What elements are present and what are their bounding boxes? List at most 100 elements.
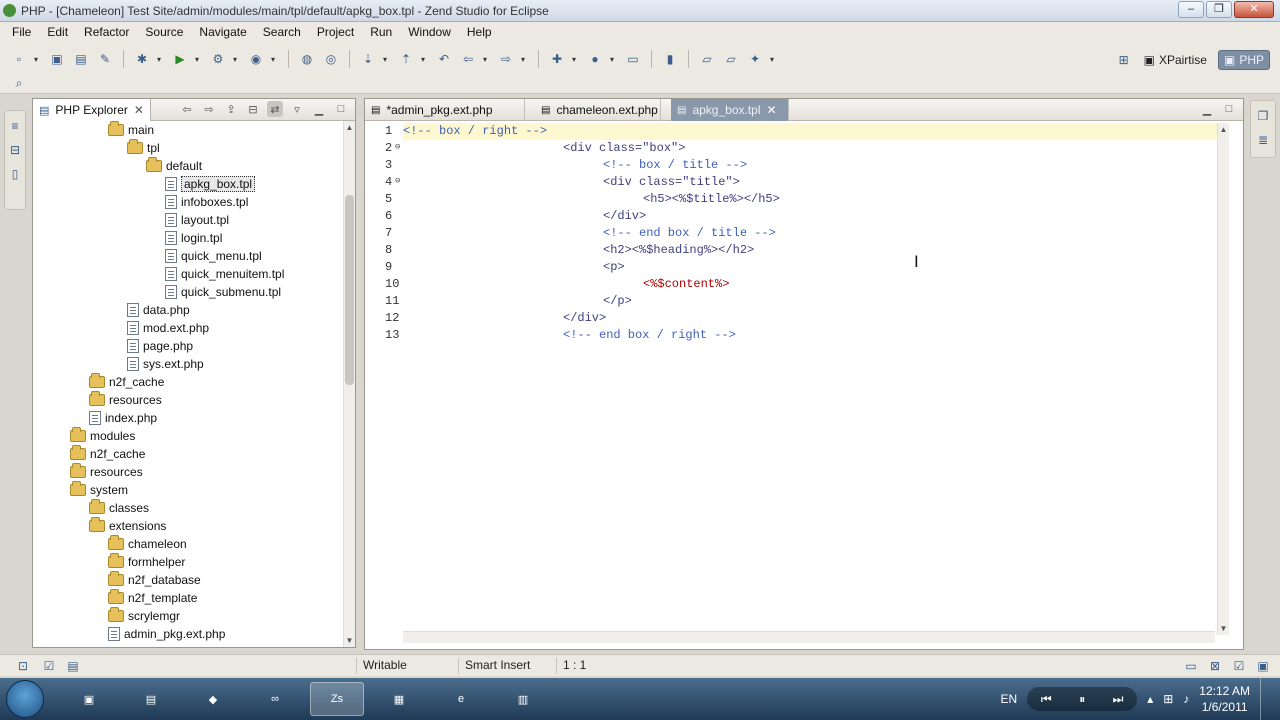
- scroll-down-icon[interactable]: ▼: [1218, 624, 1229, 633]
- fast-view-icon[interactable]: ⊡: [14, 657, 32, 675]
- chevron-down-icon[interactable]: ▾: [483, 55, 491, 64]
- close-button[interactable]: ✕: [1234, 1, 1274, 18]
- tree-folder[interactable]: formhelper: [108, 553, 185, 571]
- tree-file[interactable]: quick_submenu.tpl: [165, 283, 281, 301]
- taskbar-zend-studio-icon[interactable]: Zs: [310, 682, 364, 716]
- volume-icon[interactable]: ♪: [1183, 692, 1189, 706]
- tree-folder[interactable]: system: [70, 481, 128, 499]
- show-desktop-button[interactable]: [1260, 678, 1272, 720]
- chevron-down-icon[interactable]: ▾: [195, 55, 203, 64]
- menu-project[interactable]: Project: [309, 25, 362, 39]
- scrollbar-thumb[interactable]: [345, 195, 354, 385]
- forward-icon[interactable]: ⇨: [201, 101, 217, 117]
- next-track-icon[interactable]: ⏭: [1113, 692, 1124, 707]
- pause-icon[interactable]: ⏸: [1079, 692, 1085, 707]
- explorer-scrollbar[interactable]: ▲ ▼: [343, 121, 355, 647]
- up-icon[interactable]: ⇪: [223, 101, 239, 117]
- prev-annotation-icon[interactable]: ⇡: [397, 50, 415, 68]
- fold-toggle-icon[interactable]: ⊖: [395, 176, 400, 186]
- fold-toggle-icon[interactable]: ⊖: [395, 142, 400, 152]
- chevron-down-icon[interactable]: ▾: [610, 55, 618, 64]
- tree-file[interactable]: quick_menu.tpl: [165, 247, 262, 265]
- tree-folder[interactable]: n2f_cache: [89, 373, 164, 391]
- taskbar-internet-explorer-icon[interactable]: e: [434, 682, 488, 716]
- menu-navigate[interactable]: Navigate: [191, 25, 254, 39]
- tree-file[interactable]: apkg_box.tpl: [165, 175, 256, 193]
- window-icon[interactable]: ▭: [624, 50, 642, 68]
- collapse-all-icon[interactable]: ⊟: [245, 101, 261, 117]
- bug-icon[interactable]: ●: [586, 50, 604, 68]
- previous-track-icon[interactable]: ⏮: [1041, 692, 1052, 707]
- clock[interactable]: 12:12 AM 1/6/2011: [1199, 683, 1250, 715]
- show-hidden-icons-icon[interactable]: ▴: [1147, 692, 1153, 706]
- minimize-editor-icon[interactable]: ▁: [1199, 101, 1215, 117]
- taskbar-app-icon[interactable]: ▥: [496, 682, 550, 716]
- menu-run[interactable]: Run: [362, 25, 400, 39]
- tree-folder[interactable]: classes: [89, 499, 149, 517]
- close-icon[interactable]: ✕: [134, 103, 144, 117]
- perspective-xpairtise[interactable]: ▣ XPairtise: [1139, 50, 1212, 70]
- chevron-down-icon[interactable]: ▾: [34, 55, 42, 64]
- perspective-php[interactable]: ▣ PHP: [1217, 50, 1270, 70]
- globe-icon[interactable]: ◍: [298, 50, 316, 68]
- tree-folder[interactable]: main: [108, 121, 154, 139]
- tree-folder[interactable]: n2f_database: [108, 571, 201, 589]
- task-icon[interactable]: ▮: [661, 50, 679, 68]
- chevron-down-icon[interactable]: ▾: [383, 55, 391, 64]
- toggle-search-icon[interactable]: ⌕: [10, 74, 28, 92]
- open-folder-icon[interactable]: ▱: [698, 50, 716, 68]
- clipboard-icon[interactable]: ▤: [64, 657, 82, 675]
- debug-icon[interactable]: ✱: [133, 50, 151, 68]
- tab-php-explorer[interactable]: ▤ PHP Explorer ✕: [33, 99, 151, 121]
- tree-file[interactable]: index.php: [89, 409, 157, 427]
- menu-search[interactable]: Search: [255, 25, 309, 39]
- editor-tab[interactable]: ▤ chameleon.ext.php: [535, 99, 661, 121]
- forward-icon[interactable]: ⇨: [497, 50, 515, 68]
- status-tool-icon[interactable]: ⊠: [1206, 657, 1224, 675]
- tree-file[interactable]: admin_pkg.ext.php: [108, 625, 225, 643]
- tree-folder[interactable]: resources: [89, 391, 162, 409]
- language-indicator[interactable]: EN: [1001, 692, 1018, 706]
- file-icon[interactable]: ▯: [6, 165, 24, 183]
- outline-icon[interactable]: ≡: [6, 117, 24, 135]
- folder-icon[interactable]: ▱: [722, 50, 740, 68]
- tree-folder[interactable]: modules: [70, 427, 135, 445]
- chevron-down-icon[interactable]: ▾: [157, 55, 165, 64]
- tree-file[interactable]: page.php: [127, 337, 193, 355]
- tasks-icon[interactable]: ☑: [40, 657, 58, 675]
- taskbar-app-icon[interactable]: ◆: [186, 682, 240, 716]
- link-editor-icon[interactable]: ⇄: [267, 101, 283, 117]
- status-tool-icon[interactable]: ▣: [1254, 657, 1272, 675]
- taskbar-app-icon[interactable]: ∞: [248, 682, 302, 716]
- restore-icon[interactable]: ❐: [1254, 107, 1272, 125]
- outline-view-icon[interactable]: ≣: [1254, 131, 1272, 149]
- run-icon[interactable]: ▶: [171, 50, 189, 68]
- minimize-view-icon[interactable]: ▁: [311, 101, 327, 117]
- editor-tab[interactable]: ▤ *admin_pkg.ext.php: [365, 99, 525, 121]
- new-php-file-icon[interactable]: ✎: [96, 50, 114, 68]
- last-edit-icon[interactable]: ↶: [435, 50, 453, 68]
- editor-tab[interactable]: ▤ apkg_box.tpl ✕: [671, 99, 789, 121]
- menu-file[interactable]: File: [4, 25, 39, 39]
- tree-folder[interactable]: default: [146, 157, 202, 175]
- chevron-down-icon[interactable]: ▾: [421, 55, 429, 64]
- chevron-down-icon[interactable]: ▾: [271, 55, 279, 64]
- back-icon[interactable]: ⇦: [179, 101, 195, 117]
- profile-icon[interactable]: ◉: [247, 50, 265, 68]
- new-icon[interactable]: ▫: [10, 50, 28, 68]
- minimize-button[interactable]: –: [1178, 1, 1204, 18]
- tree-file[interactable]: sys.ext.php: [127, 355, 204, 373]
- next-annotation-icon[interactable]: ⇣: [359, 50, 377, 68]
- scroll-down-icon[interactable]: ▼: [344, 636, 355, 645]
- tree-folder[interactable]: tpl: [127, 139, 160, 157]
- tree-file[interactable]: infoboxes.tpl: [165, 193, 248, 211]
- taskbar-app-icon[interactable]: ▣: [62, 682, 116, 716]
- status-tool-icon[interactable]: ☑: [1230, 657, 1248, 675]
- editor-vertical-scrollbar[interactable]: ▲ ▼: [1217, 123, 1229, 635]
- maximize-view-icon[interactable]: □: [333, 101, 349, 117]
- menu-window[interactable]: Window: [400, 25, 459, 39]
- tree-file[interactable]: data.php: [127, 301, 190, 319]
- chevron-down-icon[interactable]: ▾: [521, 55, 529, 64]
- tree-file[interactable]: quick_menuitem.tpl: [165, 265, 284, 283]
- tree-folder[interactable]: chameleon: [108, 535, 187, 553]
